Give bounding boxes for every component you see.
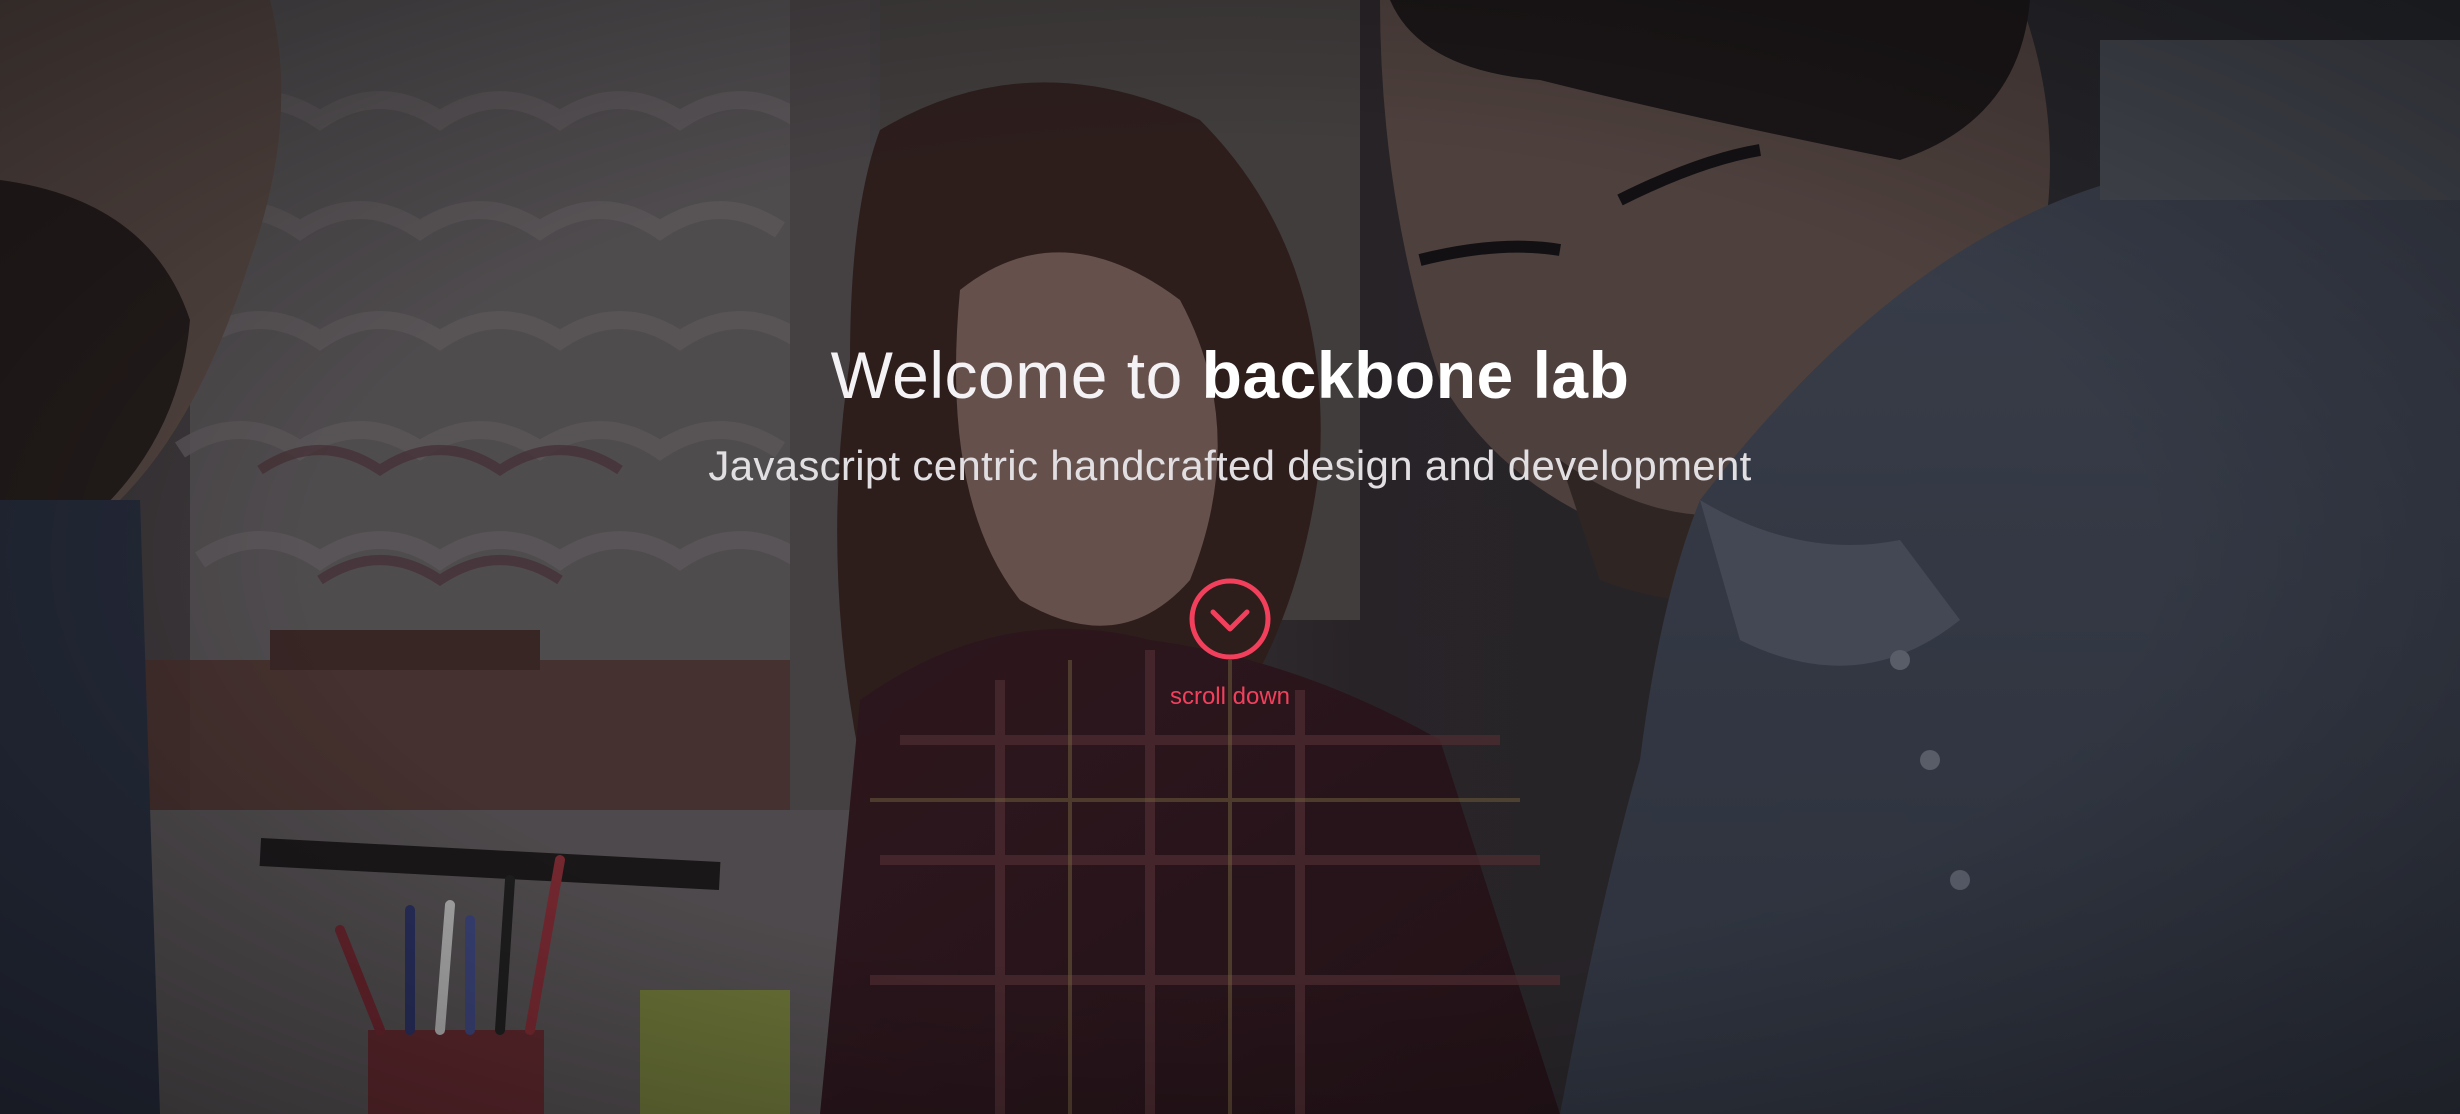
hero-title-brand: backbone lab	[1201, 338, 1630, 412]
hero-content: Welcome to backbone lab Javascript centr…	[0, 0, 2460, 1114]
chevron-down-circle-icon	[1189, 578, 1271, 660]
hero-title-prefix: Welcome to	[830, 338, 1202, 412]
hero-section: Welcome to backbone lab Javascript centr…	[0, 0, 2460, 1114]
hero-title: Welcome to backbone lab	[0, 330, 2460, 420]
scroll-down-button[interactable]: scroll down	[1130, 568, 1330, 728]
hero-subtitle: Javascript centric handcrafted design an…	[708, 442, 1752, 489]
scroll-down-label: scroll down	[1169, 683, 1291, 710]
